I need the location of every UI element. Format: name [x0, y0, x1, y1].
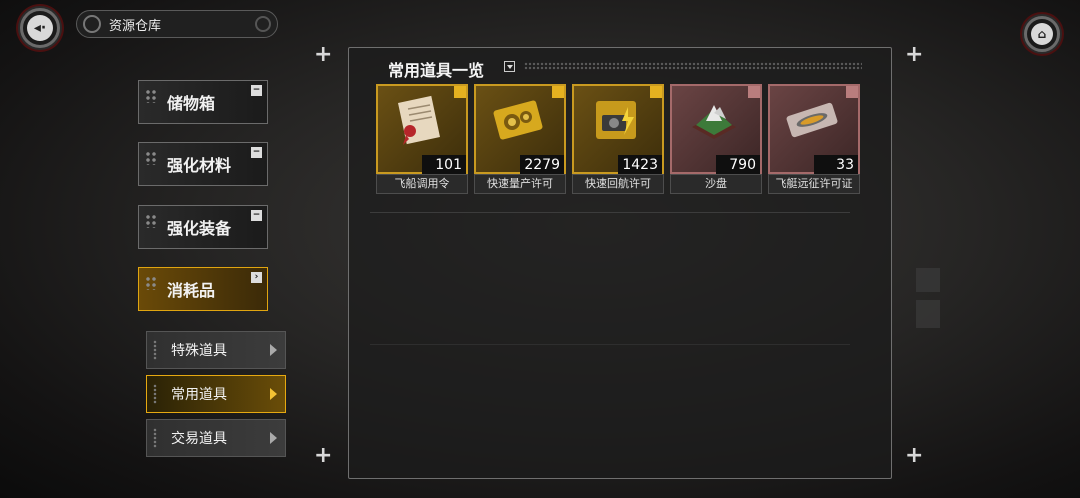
category-label: 强化材料: [167, 156, 232, 175]
dots-icon: [145, 89, 157, 103]
subcategory-common-items[interactable]: 常用道具: [146, 375, 286, 413]
grip-icon: [153, 340, 157, 360]
dots-icon: [145, 214, 157, 228]
item-count: 33: [814, 155, 858, 175]
item-frame: 1423: [572, 84, 664, 175]
item-name: 飞船调用令: [376, 174, 468, 194]
subcategory-special-items[interactable]: 特殊道具: [146, 331, 286, 369]
film-reel-icon: [83, 15, 101, 33]
page-title: 资源仓库: [109, 18, 162, 34]
rarity-corner: [454, 86, 466, 98]
item-name: 快速回航许可: [572, 174, 664, 194]
triangle-badge-icon: [916, 268, 940, 292]
chevron-right-icon: [270, 344, 277, 356]
subcategory-label: 常用道具: [171, 387, 227, 403]
title-dots-decor: [524, 62, 862, 70]
sand-table-icon: [682, 92, 746, 148]
category-enhance-materials[interactable]: 强化材料 −: [138, 142, 268, 186]
row-divider: [370, 344, 850, 345]
category-storage-box[interactable]: 储物箱 −: [138, 80, 268, 124]
category-label: 强化装备: [167, 219, 232, 238]
item-card[interactable]: 33 飞艇远征许可证: [768, 84, 860, 196]
item-card[interactable]: 101 飞船调用令: [376, 84, 468, 196]
item-count: 2279: [520, 155, 564, 175]
item-count: 101: [422, 155, 466, 175]
dial-icon: [255, 16, 271, 32]
rarity-corner: [552, 86, 564, 98]
grip-icon: [153, 384, 157, 404]
item-name: 飞艇远征许可证: [768, 174, 860, 194]
rarity-corner: [846, 86, 858, 98]
decor-block: [916, 300, 940, 328]
item-name: 沙盘: [670, 174, 762, 194]
category-enhance-equipment[interactable]: 强化装备 −: [138, 205, 268, 249]
back-arrow-icon: ◂·: [27, 15, 53, 41]
grip-icon: [153, 428, 157, 448]
collapse-icon: −: [251, 147, 262, 158]
item-frame: 101: [376, 84, 468, 175]
dots-icon: [145, 276, 157, 290]
dots-icon: [145, 151, 157, 165]
collapse-icon: −: [251, 85, 262, 96]
corner-plus-icon: +: [905, 42, 924, 67]
item-name: 快速量产许可: [474, 174, 566, 194]
airship-ticket-icon: [780, 92, 844, 148]
item-card[interactable]: 2279 快速量产许可: [474, 84, 566, 196]
panel-title: 常用道具一览: [388, 61, 485, 80]
item-count: 790: [716, 155, 760, 175]
chevron-right-icon: [270, 388, 277, 400]
subcategory-label: 交易道具: [171, 431, 227, 447]
rarity-corner: [748, 86, 760, 98]
subcategory-trade-items[interactable]: 交易道具: [146, 419, 286, 457]
item-count: 1423: [618, 155, 662, 175]
page-title-bar: 资源仓库: [76, 10, 278, 38]
corner-plus-icon: +: [314, 42, 333, 67]
back-button[interactable]: ◂·: [20, 8, 60, 48]
document-scroll-icon: [388, 92, 452, 148]
collapse-icon: −: [251, 210, 262, 221]
rarity-corner: [650, 86, 662, 98]
item-card[interactable]: 1423 快速回航许可: [572, 84, 664, 196]
home-button[interactable]: ⌂: [1024, 16, 1060, 52]
corner-plus-icon: +: [314, 443, 333, 468]
subcategory-label: 特殊道具: [171, 343, 227, 359]
category-label: 储物箱: [167, 94, 216, 113]
chevron-right-icon: [270, 432, 277, 444]
camera-bolt-ticket-icon: [584, 92, 648, 148]
category-consumables[interactable]: 消耗品 ›: [138, 267, 268, 311]
corner-plus-icon: +: [905, 443, 924, 468]
sort-dropdown-icon[interactable]: [504, 61, 515, 72]
item-frame: 33: [768, 84, 860, 175]
item-frame: 790: [670, 84, 762, 175]
item-frame: 2279: [474, 84, 566, 175]
row-divider: [370, 212, 850, 213]
home-icon: ⌂: [1031, 23, 1053, 45]
expand-icon: ›: [251, 272, 262, 283]
gear-ticket-icon: [486, 92, 550, 148]
category-label: 消耗品: [167, 281, 216, 300]
item-card[interactable]: 790 沙盘: [670, 84, 762, 196]
